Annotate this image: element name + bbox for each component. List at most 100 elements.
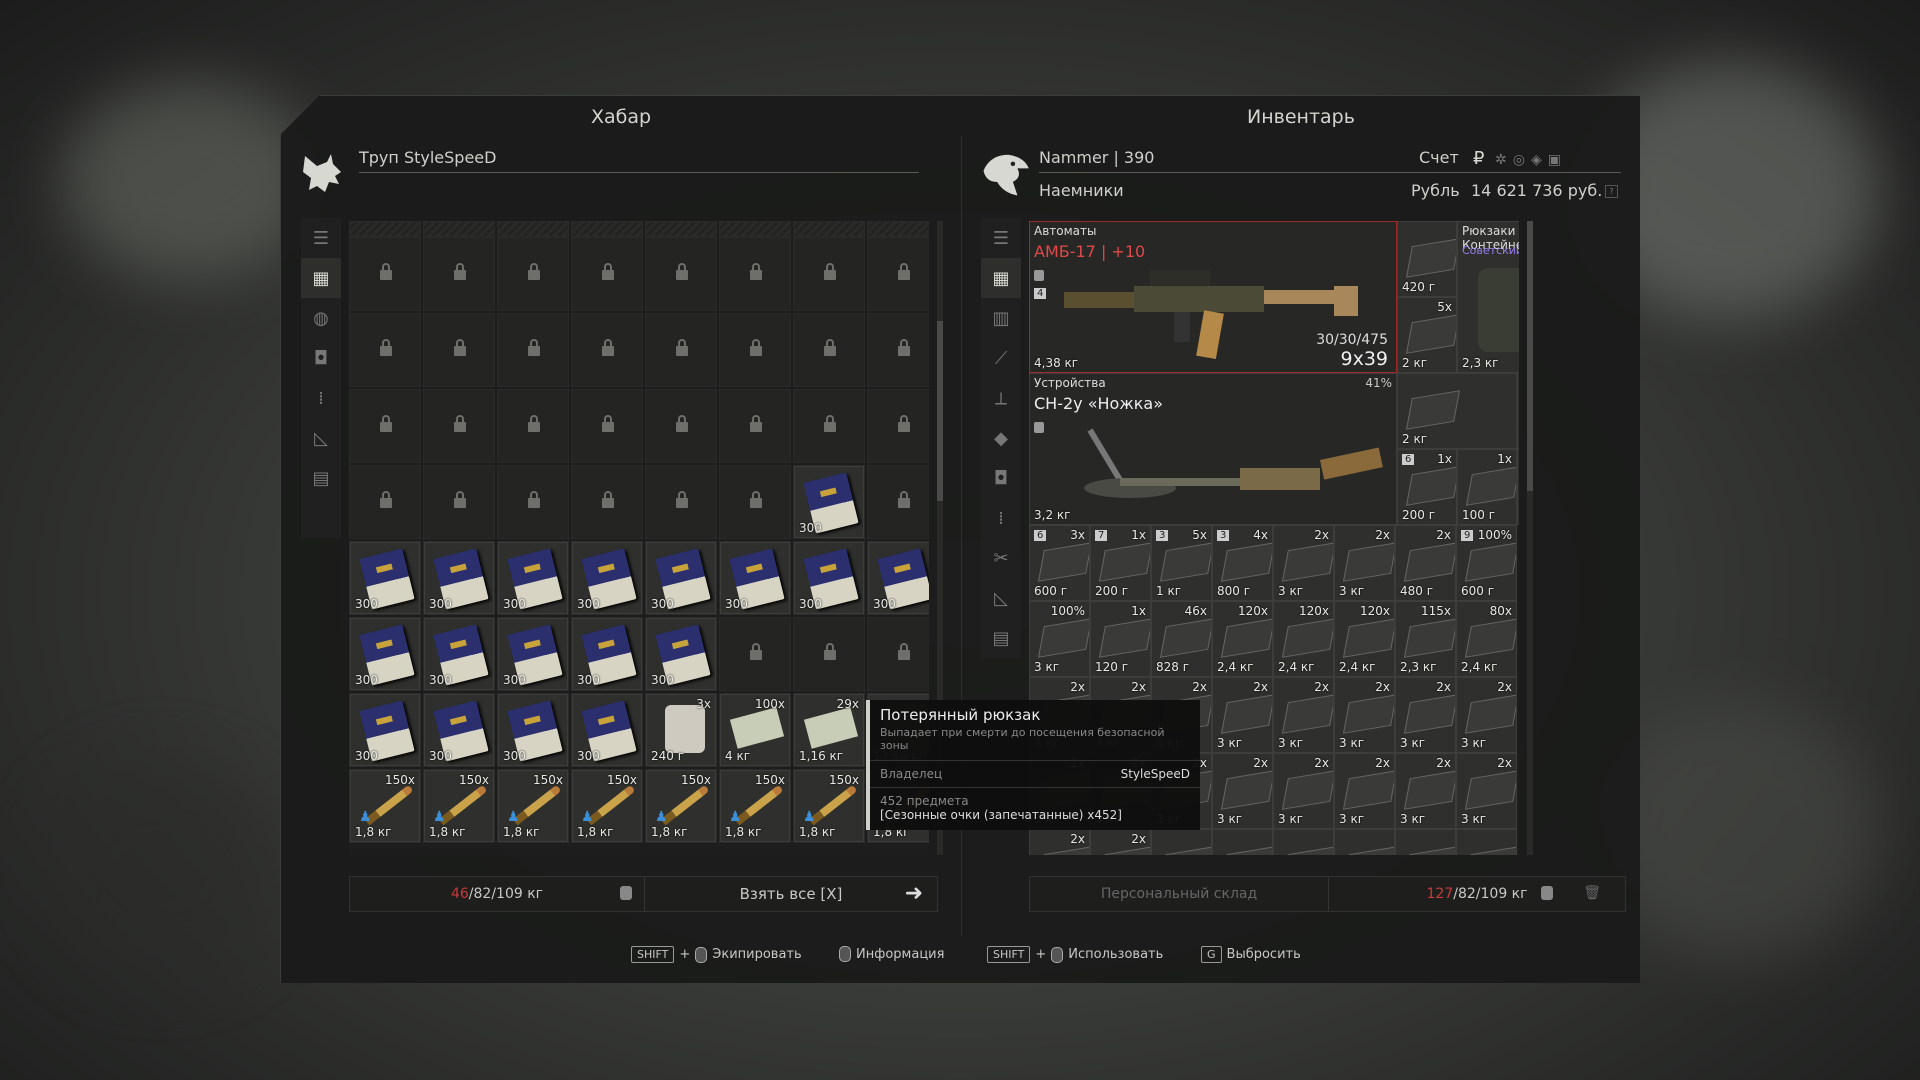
inventory-item[interactable]: 800 г 4x 3	[1212, 525, 1273, 601]
inventory-item[interactable]: 600 г 3x 6	[1029, 525, 1090, 601]
inventory-item[interactable]: 3 кг 2x	[1334, 525, 1395, 601]
inventory-cell[interactable]: 300	[497, 617, 569, 691]
inventory-item[interactable]	[1273, 829, 1334, 855]
inventory-item[interactable]	[1212, 829, 1273, 855]
loot-item[interactable]: 300	[868, 542, 929, 614]
inventory-item[interactable]: 3 кг 2x	[1395, 753, 1456, 829]
inventory-scroll-thumb[interactable]	[1527, 221, 1533, 491]
tab-weapons[interactable]: ⟋	[981, 338, 1021, 378]
loot-item[interactable]: 300	[424, 618, 494, 690]
inventory-cell[interactable]: 240 г 3x	[645, 693, 717, 767]
tab-list-view[interactable]: ☰	[981, 218, 1021, 258]
inventory-item[interactable]: 2,4 кг 120x	[1334, 601, 1395, 677]
tab-tools[interactable]: ◺	[981, 578, 1021, 618]
inventory-cell[interactable]: 300	[571, 693, 643, 767]
inventory-cell[interactable]: 300	[349, 617, 421, 691]
loot-item[interactable]: 4 кг 100x	[720, 694, 790, 766]
inventory-cell[interactable]: 300	[867, 541, 929, 615]
tab-ammo[interactable]: ⁞	[301, 378, 341, 418]
inventory-cell[interactable]: ♟ 1,8 кг 150x	[497, 769, 569, 843]
ticket-currency-icon[interactable]: ▣	[1548, 152, 1561, 168]
tab-repair[interactable]: ✂	[981, 538, 1021, 578]
inventory-item[interactable]	[1395, 829, 1456, 855]
weapon-slot[interactable]: Автоматы АМБ-17 | +10 4 30/30/475 9x39 4…	[1029, 221, 1397, 373]
inventory-cell[interactable]: ♟ 1,8 кг 150x	[793, 769, 865, 843]
loot-item[interactable]: 240 г 3x	[646, 694, 716, 766]
loot-item[interactable]: 300	[794, 466, 864, 538]
loot-item[interactable]: ♟ 1,8 кг 150x	[720, 770, 790, 842]
inventory-cell[interactable]: 300	[497, 693, 569, 767]
help-icon[interactable]: ?	[1605, 185, 1618, 198]
backpack-slot[interactable]: Рюкзаки и Контейнеры Советский походный …	[1457, 221, 1519, 373]
inventory-item[interactable]: 2 кг 5x	[1397, 297, 1457, 373]
trash-icon[interactable]: 🗑	[1583, 885, 1601, 901]
inventory-cell[interactable]: ♟ 1,8 кг 150x	[349, 769, 421, 843]
inventory-item[interactable]: 3 кг 2x	[1334, 677, 1395, 753]
inventory-item[interactable]	[1456, 829, 1517, 855]
tab-tools[interactable]: ◺	[301, 418, 341, 458]
loot-item[interactable]: 300	[572, 542, 642, 614]
inventory-item[interactable]: 3 кг 2x	[1273, 525, 1334, 601]
tab-misc[interactable]: ▤	[981, 618, 1021, 658]
loot-item[interactable]: 300	[646, 618, 716, 690]
loot-item[interactable]: 300	[646, 542, 716, 614]
inventory-item[interactable]: 100 г 1x	[1457, 449, 1517, 525]
loot-item[interactable]: ♟ 1,8 кг 150x	[424, 770, 494, 842]
loot-item[interactable]: 300	[498, 542, 568, 614]
inventory-cell[interactable]: ♟ 1,8 кг 150x	[423, 769, 495, 843]
inventory-item[interactable]: 600 г1x	[1517, 449, 1519, 525]
token-currency-icon[interactable]: ◈	[1531, 152, 1542, 168]
take-all-button[interactable]: Взять все [X] ➜	[644, 876, 938, 912]
inventory-item[interactable]: 2,4 кг 120x	[1273, 601, 1334, 677]
tab-artifacts[interactable]: ◍	[301, 298, 341, 338]
inventory-item[interactable]: 3 кг 2x	[1273, 677, 1334, 753]
inventory-item[interactable]: 420 г	[1397, 221, 1457, 297]
loot-item[interactable]: 300	[350, 542, 420, 614]
device-slot[interactable]: Устройства 41% СН-2у «Ножка» 3,2 кг	[1029, 373, 1397, 525]
loot-item[interactable]: 300	[720, 542, 790, 614]
inventory-cell[interactable]: 300	[793, 465, 865, 539]
loot-item[interactable]: 300	[350, 618, 420, 690]
inventory-item[interactable]: 3 кг 2x	[1456, 677, 1517, 753]
gear-currency-icon[interactable]: ✲	[1495, 152, 1507, 168]
loot-item[interactable]: 300	[424, 694, 494, 766]
inventory-item[interactable]	[1334, 829, 1395, 855]
inventory-cell[interactable]: 300	[719, 541, 791, 615]
inventory-item[interactable]: 828 г 46x	[1151, 601, 1212, 677]
tab-grid-view[interactable]: ▦	[981, 258, 1021, 298]
inventory-cell[interactable]: 300	[423, 693, 495, 767]
inventory-item[interactable]: 200 г 1x 6	[1397, 449, 1457, 525]
inventory-cell[interactable]: ♟ 1,8 кг 150x	[719, 769, 791, 843]
loot-item[interactable]: 300	[498, 618, 568, 690]
loot-item[interactable]: ♟ 1,8 кг 150x	[350, 770, 420, 842]
inventory-scrollbar[interactable]	[1527, 221, 1533, 855]
inventory-cell[interactable]: 300	[645, 541, 717, 615]
loot-item[interactable]: ♟ 1,8 кг 150x	[646, 770, 716, 842]
inventory-cell[interactable]: 300	[423, 541, 495, 615]
tab-list-view[interactable]: ☰	[301, 218, 341, 258]
loot-item[interactable]: 300	[572, 618, 642, 690]
inventory-item[interactable]: 2x	[1090, 829, 1151, 855]
inventory-cell[interactable]: 300	[349, 693, 421, 767]
inventory-item[interactable]: 600 г 100% 9	[1456, 525, 1517, 601]
loot-item[interactable]: ♟ 1,8 кг 150x	[572, 770, 642, 842]
inventory-item[interactable]: 1 кг 5x 3	[1151, 525, 1212, 601]
loot-item[interactable]: 300	[350, 694, 420, 766]
inventory-item[interactable]: 3 кг 2x	[1273, 753, 1334, 829]
inventory-item[interactable]: 2,3 кг 115x	[1395, 601, 1456, 677]
inventory-item[interactable]: 2x	[1029, 829, 1090, 855]
loot-scroll-thumb[interactable]	[937, 321, 943, 501]
loot-item[interactable]: ♟ 1,8 кг 150x	[498, 770, 568, 842]
tab-misc[interactable]: ▤	[301, 458, 341, 498]
inventory-cell[interactable]: 1,16 кг 29x	[793, 693, 865, 767]
inventory-cell[interactable]: 4 кг 100x	[719, 693, 791, 767]
inventory-cell[interactable]: ♟ 1,8 кг 150x	[645, 769, 717, 843]
inventory-item[interactable]: 200 г 1x 7	[1090, 525, 1151, 601]
loot-item[interactable]: 300	[498, 694, 568, 766]
inventory-item[interactable]: 2,4 кг 80x	[1456, 601, 1517, 677]
inventory-item[interactable]: 3 кг 2x	[1212, 677, 1273, 753]
loot-item[interactable]: ♟ 1,8 кг 150x	[794, 770, 864, 842]
inventory-item[interactable]: 3 кг 100%	[1029, 601, 1090, 677]
tab-devices[interactable]: ◘	[981, 458, 1021, 498]
inventory-item[interactable]: 3 кг 2x	[1456, 753, 1517, 829]
